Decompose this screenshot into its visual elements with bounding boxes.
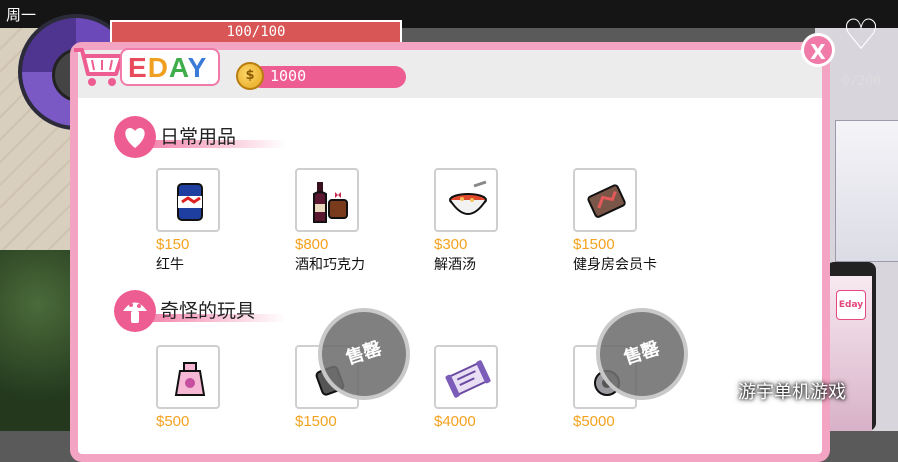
item-slot[interactable] [434, 168, 498, 232]
canned-drink-icon [177, 183, 203, 221]
scroll-icon [445, 360, 491, 398]
item-price: $150 [156, 236, 190, 253]
shopping-cart-icon [74, 48, 124, 86]
fridge [835, 120, 898, 262]
shop-item[interactable]: $500 [156, 345, 276, 455]
logo-box: EDAY [120, 48, 220, 86]
item-slot[interactable] [573, 168, 637, 232]
shop-item[interactable]: $800 酒和巧克力 [295, 168, 415, 278]
item-price: $4000 [434, 413, 476, 430]
day-label: 周一 [6, 6, 37, 24]
shop-item[interactable]: $300 解酒汤 [434, 168, 554, 278]
coin-icon: $ [236, 62, 264, 90]
item-slot[interactable] [156, 168, 220, 232]
item-slot[interactable] [295, 168, 359, 232]
category-daily-goods: 日常用品 [114, 116, 286, 158]
right-counter: 0/200 [842, 74, 882, 89]
heart-icon [114, 116, 156, 158]
item-price: $5000 [573, 413, 615, 430]
item-price: $1500 [573, 236, 615, 253]
membership-card-icon [587, 184, 626, 218]
wechat-icon [706, 381, 730, 399]
item-name: 酒和巧克力 [295, 257, 365, 273]
toy-icon [174, 362, 206, 396]
phone-screen: Eday [830, 276, 872, 431]
item-price: $800 [295, 236, 329, 253]
category-strange-toys: 奇怪的玩具 [114, 290, 286, 332]
heart-emblem-icon: ♡ [842, 10, 880, 59]
item-slot[interactable] [434, 345, 498, 409]
shop-logo-text: EDAY [128, 52, 208, 83]
shop-item[interactable]: $1500 健身房会员卡 [573, 168, 693, 278]
item-price: $1500 [295, 413, 337, 430]
mushroom-icon [114, 290, 156, 332]
category-label: 日常用品 [160, 126, 237, 148]
eday-app-icon[interactable]: Eday [836, 290, 866, 320]
hp-text: 100/100 [226, 24, 286, 40]
category-label: 奇怪的玩具 [160, 300, 256, 322]
item-name: 红牛 [156, 257, 184, 273]
wine-chocolate-icon [313, 182, 348, 223]
soup-bowl-icon [449, 180, 487, 215]
coin-balance: 1000 [270, 67, 307, 85]
item-price: $300 [434, 236, 468, 253]
item-slot[interactable] [156, 345, 220, 409]
item-price: $500 [156, 413, 190, 430]
item-name: 解酒汤 [434, 257, 476, 273]
shop-logo: EDAY [64, 40, 224, 90]
phone[interactable]: Eday [826, 262, 876, 431]
item-name: 健身房会员卡 [573, 257, 657, 273]
shop-item[interactable]: $150 红牛 [156, 168, 276, 278]
shop-item[interactable]: $4000 [434, 345, 554, 455]
watermark-text: 游宇单机游戏 [738, 382, 846, 403]
close-button[interactable]: X [801, 33, 835, 67]
